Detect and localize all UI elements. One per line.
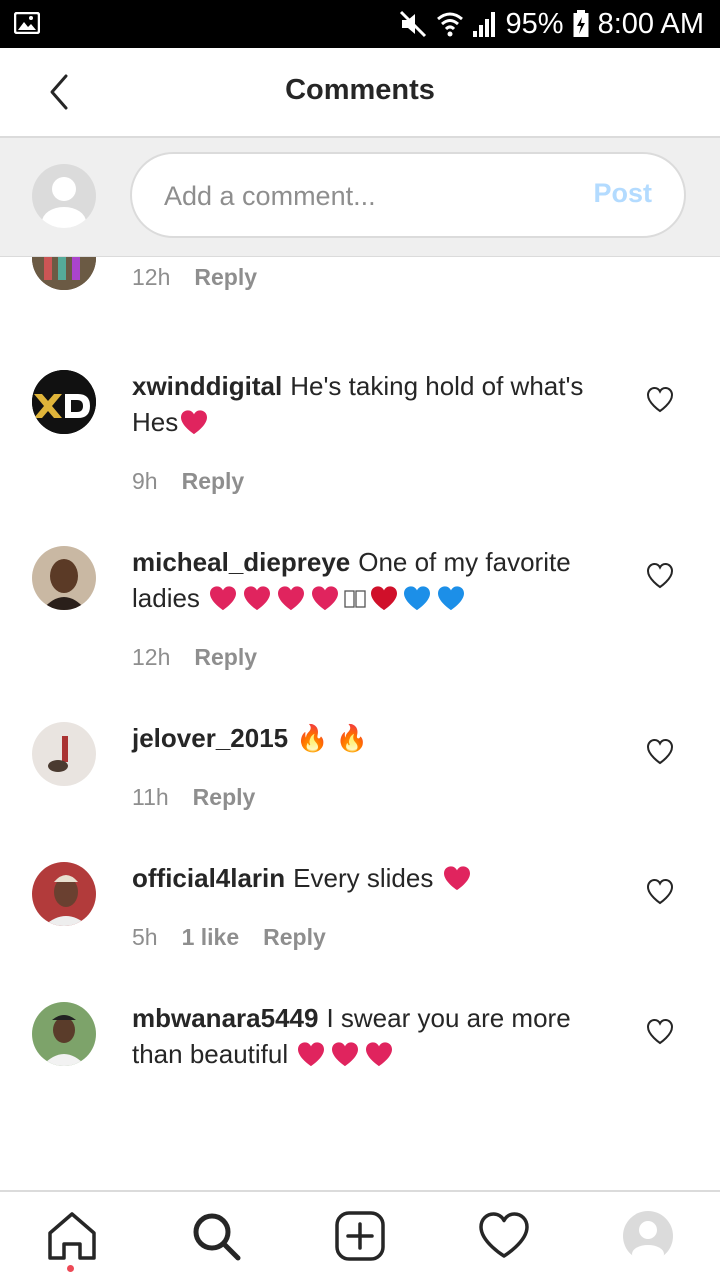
- blue-heart-emoji-icon: [404, 586, 431, 611]
- comment-time: 12h: [132, 264, 171, 290]
- battery-icon: [573, 10, 589, 37]
- comment-input-container: Post: [130, 152, 686, 238]
- xd-logo-icon: [32, 370, 96, 434]
- comment-username[interactable]: xwinddigital: [132, 371, 282, 401]
- comment-username[interactable]: micheal_diepreye: [132, 547, 350, 577]
- red-heart-emoji-icon: [366, 1042, 393, 1067]
- red-heart-emoji-icon: [298, 1042, 325, 1067]
- comment-input[interactable]: [162, 154, 566, 238]
- reply-button[interactable]: Reply: [263, 924, 326, 951]
- like-heart-icon[interactable]: [646, 386, 674, 414]
- add-post-icon[interactable]: [332, 1208, 388, 1264]
- like-heart-icon[interactable]: [646, 738, 674, 766]
- red-heart-emoji-icon: [278, 586, 305, 611]
- avatar[interactable]: [32, 862, 96, 926]
- clock: 8:00 AM: [597, 7, 704, 40]
- comment-meta: 5h 1 like Reply: [132, 924, 326, 951]
- comment-time: 11h: [132, 784, 169, 810]
- profile-icon[interactable]: [620, 1208, 676, 1264]
- comment-time: 9h: [132, 468, 158, 494]
- comment-meta: 12h Reply: [132, 644, 257, 671]
- avatar[interactable]: [32, 256, 96, 290]
- comment-username[interactable]: jelover_2015: [132, 723, 288, 753]
- red-heart-emoji-icon: [210, 586, 237, 611]
- default-avatar-icon: [42, 177, 86, 228]
- red-heart-emoji-icon: [332, 1042, 359, 1067]
- avatar[interactable]: [32, 370, 96, 434]
- notification-dot: [67, 1265, 74, 1272]
- comment-text: Every slides: [293, 863, 434, 893]
- avatar[interactable]: [32, 1002, 96, 1066]
- reply-button[interactable]: Reply: [182, 468, 245, 495]
- comment-body: official4larin Every slides: [132, 860, 620, 896]
- like-heart-icon[interactable]: [646, 562, 674, 590]
- comment-time: 5h: [132, 924, 158, 950]
- comment-meta: 11h Reply: [132, 784, 255, 811]
- current-user-avatar: [32, 164, 96, 228]
- red-heart-emoji-icon: [312, 586, 339, 611]
- red-heart-emoji-icon: [371, 586, 398, 611]
- battery-percent: 95%: [505, 7, 564, 40]
- comment-body: micheal_diepreye One of my favorite ladie…: [132, 544, 620, 616]
- red-heart-emoji-icon: [244, 586, 271, 611]
- bottom-tab-bar: [0, 1190, 720, 1282]
- emoji-hearts: [295, 1039, 397, 1069]
- comment-meta: 9h Reply: [132, 468, 244, 495]
- search-icon[interactable]: [188, 1208, 244, 1264]
- comment-time: 12h: [132, 644, 171, 670]
- like-heart-icon[interactable]: [646, 878, 674, 906]
- header: Comments: [0, 48, 720, 138]
- comment-text: 🔥 🔥: [296, 723, 369, 753]
- avatar[interactable]: [32, 722, 96, 786]
- avatar[interactable]: [32, 546, 96, 610]
- wifi-icon: [436, 12, 463, 37]
- page-title: Comments: [285, 74, 435, 106]
- comments-list[interactable]: 12h Reply xwinddigital He's taking hold o…: [0, 256, 720, 1191]
- image-icon: [14, 12, 40, 34]
- reply-button[interactable]: Reply: [194, 644, 257, 671]
- status-bar: 95% 8:00 AM: [0, 0, 720, 48]
- comment-composer: Post: [0, 138, 720, 257]
- comment-body: xwinddigital He's taking hold of what's H…: [132, 368, 620, 440]
- red-heart-emoji-icon: [443, 866, 470, 891]
- reply-button[interactable]: Reply: [193, 784, 256, 811]
- emoji-hearts: [207, 583, 469, 613]
- like-heart-icon[interactable]: [646, 1018, 674, 1046]
- comment-body: jelover_2015 🔥 🔥: [132, 720, 620, 756]
- comment-body: mbwanara5449 I swear you are more than be…: [132, 1000, 620, 1072]
- comment-username[interactable]: official4larin: [132, 863, 285, 893]
- blue-heart-emoji-icon: [438, 586, 465, 611]
- mute-icon: [399, 10, 426, 38]
- missing-glyph-icon: [344, 590, 366, 608]
- post-button[interactable]: Post: [593, 178, 652, 209]
- signal-icon: [472, 12, 495, 37]
- comment-username[interactable]: mbwanara5449: [132, 1003, 318, 1033]
- activity-heart-icon[interactable]: [476, 1208, 532, 1264]
- comment-meta: 12h Reply: [132, 264, 257, 291]
- red-heart-emoji-icon: [181, 410, 208, 435]
- home-icon[interactable]: [44, 1208, 100, 1264]
- like-count[interactable]: 1 like: [182, 924, 240, 951]
- reply-button[interactable]: Reply: [194, 264, 257, 291]
